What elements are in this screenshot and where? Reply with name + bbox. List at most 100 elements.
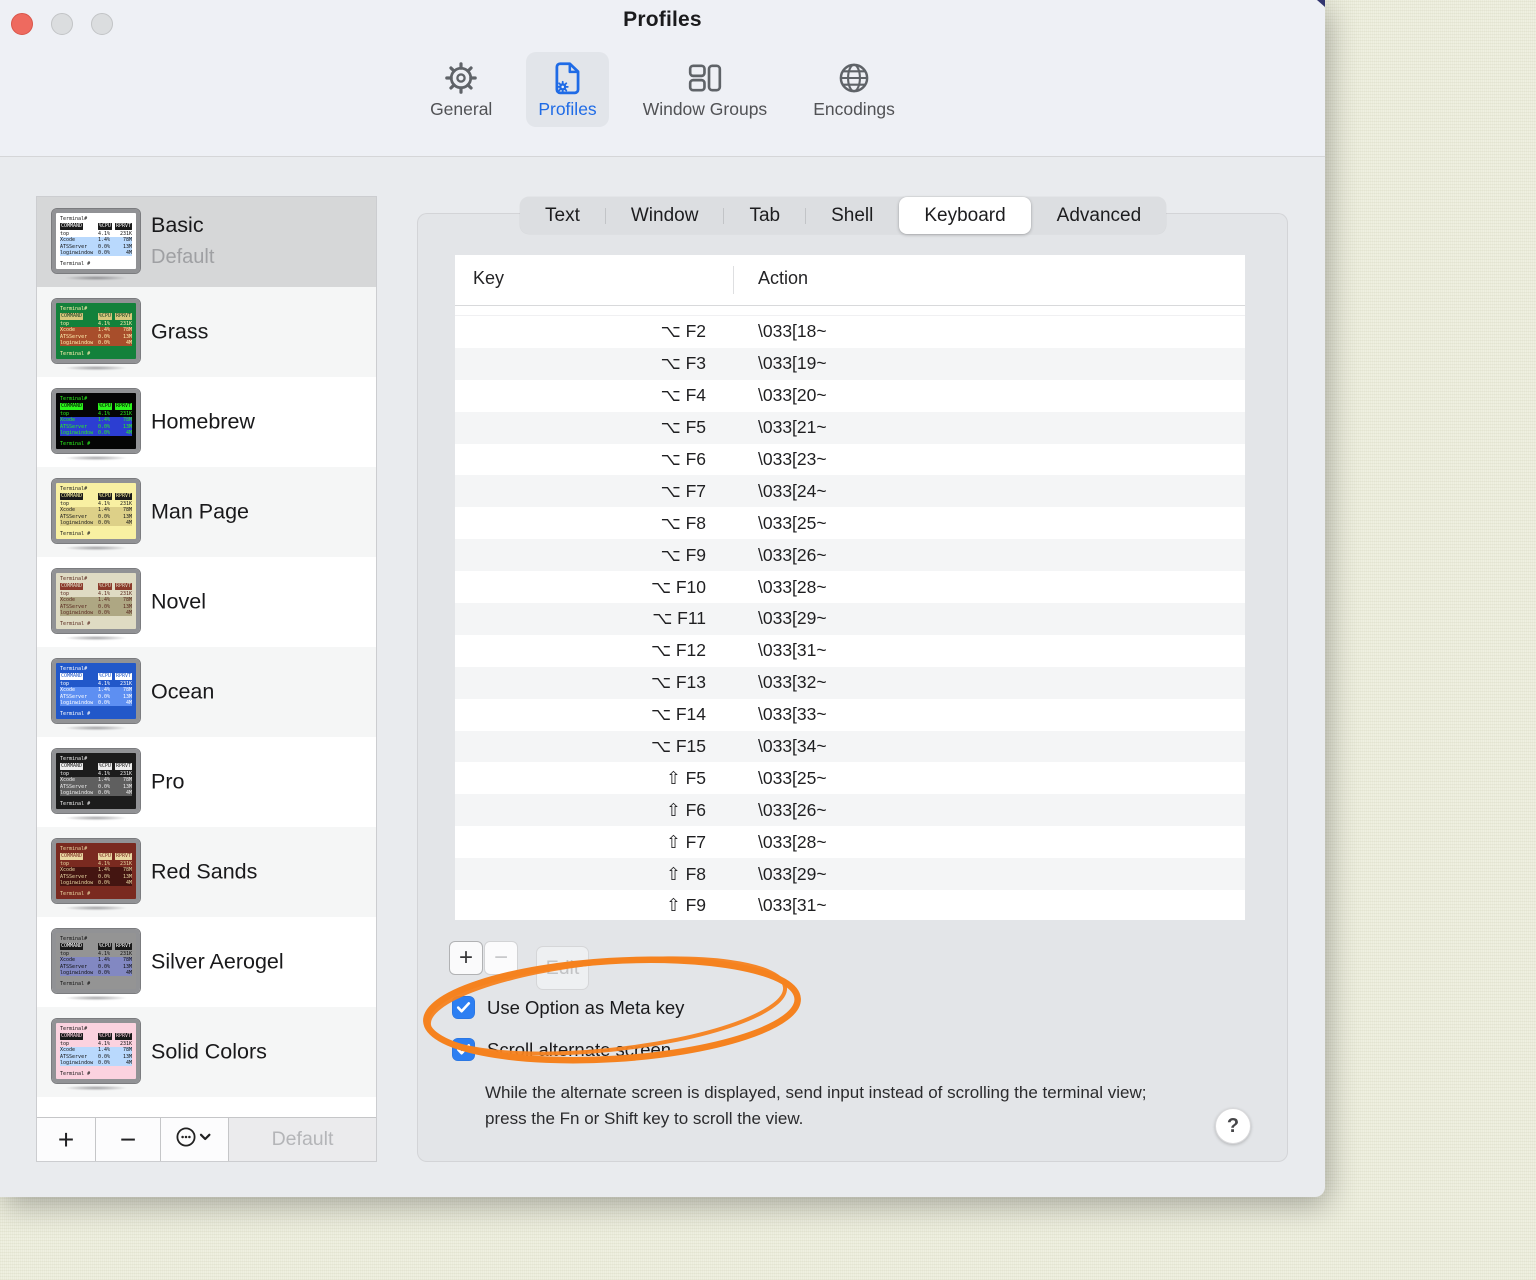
- profile-name: Grass: [151, 319, 209, 344]
- table-row[interactable]: ⌥ F5 \033[21~: [455, 411, 1245, 444]
- table-row[interactable]: ⌥ F14 \033[33~: [455, 699, 1245, 731]
- key-cell: ⌥ F10: [650, 576, 706, 597]
- use-option-as-meta-checkbox-row: Use Option as Meta key: [452, 996, 684, 1019]
- table-row[interactable]: ⌥ F2 \033[18~: [455, 316, 1245, 348]
- table-row[interactable]: ⌥ F7 \033[24~: [455, 475, 1245, 508]
- profile-thumbnail: Terminal# COMMAND %CPU RPRVT top 4.1% 231K Xcod…: [51, 838, 141, 904]
- profile-tab-bar: Text Window Tab Shell Keyboard Advanced: [520, 197, 1167, 234]
- tab-keyboard[interactable]: Keyboard: [899, 197, 1031, 234]
- scroll-alternate-screen-label: Scroll alternate screen: [487, 1038, 672, 1060]
- action-cell: \033[20~: [758, 385, 827, 406]
- profile-row-basic[interactable]: Terminal# COMMAND %CPU RPRVT top 4.1% 231K Xcod…: [37, 197, 376, 287]
- tab-shell[interactable]: Shell: [806, 197, 898, 234]
- circle-ellipsis-chevron-icon: [175, 1126, 215, 1153]
- table-row[interactable]: ⌥ F4 \033[20~: [455, 380, 1245, 412]
- profile-row-ocean[interactable]: Terminal# COMMAND %CPU RPRVT top 4.1% 231K Xcod…: [37, 647, 376, 737]
- table-row[interactable]: ⌥ F10 \033[28~: [455, 571, 1245, 603]
- add-profile-button[interactable]: +: [37, 1118, 96, 1161]
- toolbar-item-window-groups[interactable]: Window Groups: [631, 52, 780, 127]
- profile-actions-menu-button[interactable]: [161, 1118, 229, 1161]
- profile-thumbnail: Terminal# COMMAND %CPU RPRVT top 4.1% 231K Xcod…: [51, 388, 141, 454]
- table-row[interactable]: ⇧ F5 \033[25~: [455, 762, 1245, 794]
- thumb-title: Terminal#: [60, 576, 88, 582]
- profile-row-silver-aerogel[interactable]: Terminal# COMMAND %CPU RPRVT top 4.1% 231K Xcod…: [37, 917, 376, 1007]
- table-row[interactable]: ⌥ F8 \033[25~: [455, 507, 1245, 539]
- set-default-button[interactable]: Default: [229, 1118, 376, 1161]
- action-cell: \033[26~: [758, 799, 827, 820]
- profile-thumbnail: Terminal# COMMAND %CPU RPRVT top 4.1% 231K Xcod…: [51, 298, 141, 364]
- table-row[interactable]: ⌥ F12 \033[31~: [455, 635, 1245, 667]
- profile-row-solid-colors[interactable]: Terminal# COMMAND %CPU RPRVT top 4.1% 231K Xcod…: [37, 1007, 376, 1097]
- profile-subtitle: Default: [151, 246, 215, 268]
- tab-window[interactable]: Window: [606, 197, 724, 234]
- key-cell: ⌥ F14: [650, 704, 706, 725]
- key-cell: ⌥ F9: [660, 544, 706, 565]
- thumb-prompt: Terminal #: [60, 711, 91, 718]
- profile-row-pro[interactable]: Terminal# COMMAND %CPU RPRVT top 4.1% 231K Xcod…: [37, 737, 376, 827]
- titlebar: Profiles General Profiles Window Groups Enc…: [0, 0, 1325, 157]
- thumbnail-shadow: [56, 365, 136, 371]
- tab-advanced[interactable]: Advanced: [1032, 197, 1167, 234]
- profile-row-red-sands[interactable]: Terminal# COMMAND %CPU RPRVT top 4.1% 231K Xcod…: [37, 827, 376, 917]
- profile-thumbnail: Terminal# COMMAND %CPU RPRVT top 4.1% 231K Xcod…: [51, 658, 141, 724]
- table-row[interactable]: ⇧ F7 \033[28~: [455, 826, 1245, 858]
- thumb-process-row: loginwindow 0.0% 4M: [60, 610, 132, 617]
- checkmark-icon: [456, 1002, 471, 1013]
- thumb-title: Terminal#: [60, 486, 88, 492]
- action-cell: \033[29~: [758, 608, 827, 629]
- toolbar-item-encodings[interactable]: Encodings: [801, 52, 907, 127]
- edit-key-mapping-button[interactable]: Edit: [536, 946, 589, 990]
- key-cell: ⌥ F8: [660, 512, 706, 533]
- question-mark-icon: ?: [1226, 1114, 1240, 1137]
- action-cell: \033[25~: [758, 767, 827, 788]
- profile-row-grass[interactable]: Terminal# COMMAND %CPU RPRVT top 4.1% 231K Xcod…: [37, 287, 376, 377]
- table-row[interactable]: ⇧ F9 \033[31~: [455, 890, 1245, 922]
- table-row[interactable]: ⇧ F6 \033[26~: [455, 794, 1245, 827]
- minus-icon: −: [119, 1123, 137, 1155]
- table-row[interactable]: ⌥ F9 \033[26~: [455, 539, 1245, 572]
- sidebar-footer: + − Default: [37, 1117, 376, 1161]
- thumb-title: Terminal#: [60, 306, 88, 312]
- column-divider: [733, 266, 734, 294]
- profile-row-man-page[interactable]: Terminal# COMMAND %CPU RPRVT top 4.1% 231K Xcod…: [37, 467, 376, 557]
- profile-name: Red Sands: [151, 859, 258, 884]
- preferences-window: Profiles General Profiles Window Groups Enc…: [0, 0, 1325, 1197]
- scroll-alternate-screen-checkbox[interactable]: [452, 1038, 475, 1061]
- toolbar-item-general[interactable]: General: [418, 52, 504, 127]
- action-cell: \033[28~: [758, 576, 827, 597]
- table-row[interactable]: ⌥ F11 \033[29~: [455, 603, 1245, 635]
- remove-key-mapping-button[interactable]: −: [484, 941, 518, 975]
- thumbnail-shadow: [56, 455, 136, 461]
- profile-name: Solid Colors: [151, 1039, 267, 1064]
- profile-row-novel[interactable]: Terminal# COMMAND %CPU RPRVT top 4.1% 231K Xcod…: [37, 557, 376, 647]
- table-row[interactable]: ⌥ F6 \033[23~: [455, 444, 1245, 476]
- action-cell: \033[21~: [758, 417, 827, 438]
- window-title: Profiles: [623, 8, 702, 31]
- table-row[interactable]: ⌥ F15 \033[34~: [455, 730, 1245, 763]
- table-row[interactable]: ⌥ F13 \033[32~: [455, 666, 1245, 699]
- tab-tab[interactable]: Tab: [724, 197, 805, 234]
- gear-icon: [442, 60, 480, 96]
- profile-thumbnail: Terminal# COMMAND %CPU RPRVT top 4.1% 231K Xcod…: [51, 928, 141, 994]
- action-cell: \033[24~: [758, 480, 827, 501]
- use-option-as-meta-checkbox[interactable]: [452, 996, 475, 1019]
- key-cell: ⌥ F2: [660, 321, 706, 342]
- thumbnail-shadow: [56, 995, 136, 1001]
- table-row[interactable]: ⌥ F3 \033[19~: [455, 347, 1245, 380]
- thumb-prompt: Terminal #: [60, 261, 91, 268]
- help-button[interactable]: ?: [1215, 1108, 1251, 1144]
- toolbar-item-profiles[interactable]: Profiles: [526, 52, 609, 127]
- action-cell: \033[33~: [758, 704, 827, 725]
- remove-profile-button[interactable]: −: [96, 1118, 161, 1161]
- window-groups-icon: [686, 60, 724, 96]
- profile-list: Terminal# COMMAND %CPU RPRVT top 4.1% 231K Xcod…: [37, 197, 376, 1118]
- key-cell: ⌥ F12: [650, 640, 706, 661]
- thumb-process-row: loginwindow 0.0% 4M: [60, 880, 132, 887]
- tab-text[interactable]: Text: [520, 197, 605, 234]
- add-key-mapping-button[interactable]: +: [449, 941, 483, 975]
- thumb-process-row: loginwindow 0.0% 4M: [60, 430, 132, 437]
- key-cell: ⇧ F9: [666, 895, 706, 916]
- profile-row-homebrew[interactable]: Terminal# COMMAND %CPU RPRVT top 4.1% 231K Xcod…: [37, 377, 376, 467]
- thumb-prompt: Terminal #: [60, 891, 91, 898]
- table-row[interactable]: ⇧ F8 \033[29~: [455, 858, 1245, 891]
